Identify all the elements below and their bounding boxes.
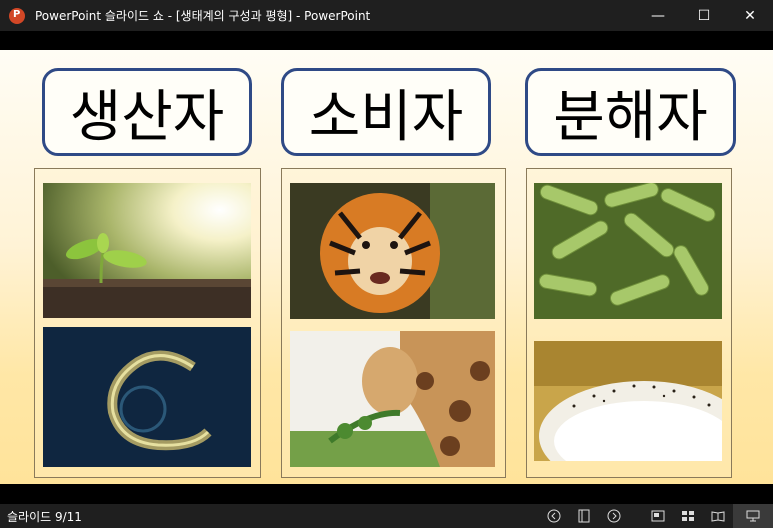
slideshow-controls xyxy=(539,504,773,528)
window-controls: — ☐ ✕ xyxy=(635,0,773,31)
window-title: PowerPoint 슬라이드 쇼 - [생태계의 구성과 평형] - Powe… xyxy=(35,9,371,23)
powerpoint-app-icon[interactable]: P xyxy=(9,7,25,24)
close-button[interactable]: ✕ xyxy=(727,0,773,31)
header-decomposer: 분해자 xyxy=(525,68,736,156)
mold-photo xyxy=(534,341,722,461)
phytoplankton-photo xyxy=(43,327,251,467)
normal-view-icon[interactable] xyxy=(643,504,673,528)
slide-menu-icon[interactable] xyxy=(569,504,599,528)
status-bar: 슬라이드 9/11 xyxy=(0,504,773,528)
slide-canvas[interactable]: 생산자 소비자 분해자 xyxy=(0,50,773,484)
next-slide-icon[interactable] xyxy=(599,504,629,528)
header-consumer: 소비자 xyxy=(281,68,491,156)
slide-sorter-icon[interactable] xyxy=(673,504,703,528)
maximize-button[interactable]: ☐ xyxy=(681,0,727,31)
bacteria-photo xyxy=(534,183,722,319)
seedling-photo xyxy=(43,183,251,318)
slide-indicator: 슬라이드 9/11 xyxy=(7,509,82,524)
tiger-photo xyxy=(290,183,495,319)
giraffe-photo xyxy=(290,331,495,467)
reading-view-icon[interactable] xyxy=(703,504,733,528)
header-producer: 생산자 xyxy=(42,68,252,156)
slideshow-view-icon[interactable] xyxy=(733,504,773,528)
minimize-button[interactable]: — xyxy=(635,0,681,31)
previous-slide-icon[interactable] xyxy=(539,504,569,528)
title-bar: P PowerPoint 슬라이드 쇼 - [생태계의 구성과 평형] - Po… xyxy=(0,0,773,31)
